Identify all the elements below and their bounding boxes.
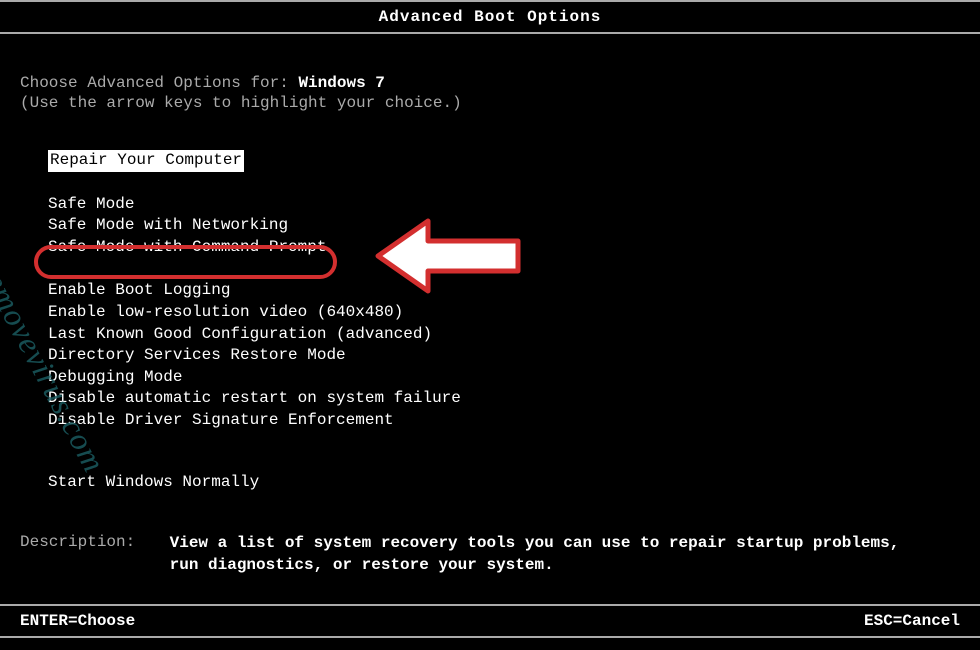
menu-repair-computer[interactable]: Repair Your Computer [48, 150, 960, 172]
boot-menu: Repair Your Computer Safe Mode Safe Mode… [20, 150, 960, 493]
description-block: Description: View a list of system recov… [0, 493, 980, 576]
choose-line: Choose Advanced Options for: Windows 7 [20, 74, 960, 92]
screen-title: Advanced Boot Options [379, 8, 602, 26]
menu-ds-restore-mode[interactable]: Directory Services Restore Mode [48, 345, 960, 367]
menu-safe-mode[interactable]: Safe Mode [48, 194, 960, 216]
footer-esc: ESC=Cancel [864, 612, 960, 630]
title-bar: Advanced Boot Options [0, 0, 980, 34]
description-label: Description: [20, 533, 160, 551]
menu-disable-auto-restart[interactable]: Disable automatic restart on system fail… [48, 388, 960, 410]
content-area: Choose Advanced Options for: Windows 7 (… [0, 34, 980, 493]
footer-bar: ENTER=Choose ESC=Cancel [0, 604, 980, 638]
menu-low-res-video[interactable]: Enable low-resolution video (640x480) [48, 302, 960, 324]
menu-debugging-mode[interactable]: Debugging Mode [48, 367, 960, 389]
os-name: Windows 7 [298, 74, 384, 92]
menu-item-label: Repair Your Computer [48, 150, 244, 172]
menu-disable-driver-sig[interactable]: Disable Driver Signature Enforcement [48, 410, 960, 432]
menu-last-known-good[interactable]: Last Known Good Configuration (advanced) [48, 324, 960, 346]
menu-start-normally[interactable]: Start Windows Normally [48, 472, 960, 494]
choose-prefix: Choose Advanced Options for: [20, 74, 298, 92]
description-text: View a list of system recovery tools you… [170, 533, 910, 576]
menu-safe-mode-networking[interactable]: Safe Mode with Networking [48, 215, 960, 237]
menu-boot-logging[interactable]: Enable Boot Logging [48, 280, 960, 302]
footer-enter: ENTER=Choose [20, 612, 135, 630]
hint-line: (Use the arrow keys to highlight your ch… [20, 94, 960, 112]
menu-safe-mode-command-prompt[interactable]: Safe Mode with Command Prompt [48, 237, 960, 259]
